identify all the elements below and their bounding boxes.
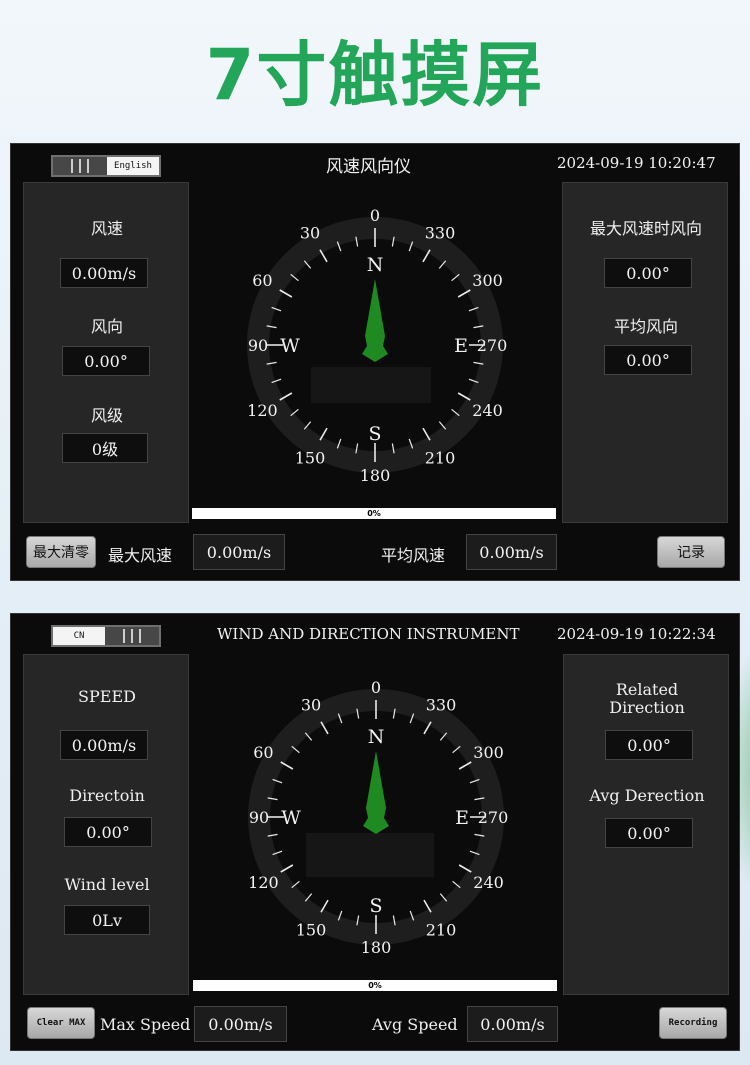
progress-bar: 0% [193,980,557,991]
avg-speed-label: 平均风速 [381,546,446,565]
compass-degree-label: 210 [425,449,456,468]
max-speed-direction-value: 0.00° [604,258,692,288]
compass-degree-label: 300 [472,271,503,290]
page-title: WIND AND DIRECTION INSTRUMENT [217,625,520,643]
compass-degree-label: 90 [248,336,268,355]
speed-value: 0.00m/s [60,730,148,760]
compass-degree-label: 60 [252,271,272,290]
compass-center-display [306,833,434,877]
left-readings-panel: SPEED 0.00m/s Directoin 0.00° Wind level… [23,654,189,995]
cardinal-w: W [281,807,301,829]
max-speed-label: Max Speed [100,1015,191,1034]
wind-compass: 0306090120150180210240270300330 N S E W [248,678,508,957]
related-direction-label-line2: Direction [609,698,685,717]
compass-center-display [311,367,431,403]
compass-degree-label: 90 [249,808,269,827]
compass-degree-label: 180 [360,466,391,485]
headline: 7寸触摸屏 [205,34,545,116]
cardinal-n: N [367,254,384,276]
compass-degree-label: 240 [473,873,504,892]
max-speed-value: 0.00m/s [193,534,285,570]
compass-degree-label: 180 [361,938,392,957]
recording-button[interactable]: Recording [659,1007,727,1039]
cardinal-e: E [454,335,468,357]
avg-direction-value: 0.00° [604,345,692,375]
cardinal-s: S [369,895,382,917]
direction-label: 风向 [90,317,123,336]
compass-degree-label: 330 [426,695,457,714]
compass-degree-label: 210 [426,921,457,940]
level-label: 风级 [90,406,123,425]
max-speed-value: 0.00m/s [194,1006,287,1042]
level-value: 0Lv [64,905,150,935]
speed-label: 风速 [90,219,123,238]
related-direction-value: 0.00° [605,730,693,760]
compass-degree-label: 30 [300,223,320,242]
max-speed-direction-label: 最大风速时风向 [589,219,702,238]
level-value: 0级 [62,433,148,463]
avg-speed-value: 0.00m/s [466,534,557,570]
instrument-screen-en: CN WIND AND DIRECTION INSTRUMENT 2024-09… [10,613,740,1051]
compass-degree-label: 60 [253,743,273,762]
compass-degree-label: 0 [370,206,380,225]
language-toggle-label: English [107,157,159,175]
related-direction-label-line1: Related [615,680,679,699]
max-speed-label: 最大风速 [108,546,173,565]
speed-label: SPEED [78,687,136,706]
progress-label: 0% [368,981,382,990]
datetime-display: 2024-09-19 10:22:34 [557,625,716,643]
cardinal-n: N [368,726,385,748]
compass-degree-label: 300 [473,743,504,762]
compass-needle [363,751,389,834]
avg-direction-label: Avg Derection [589,786,705,805]
toggle-handle-icon [53,157,107,175]
compass-degree-label: 120 [248,873,279,892]
progress-label: 0% [367,509,381,518]
compass-degree-label: 330 [425,223,456,242]
right-readings-panel: 最大风速时风向 0.00° 平均风向 0.00° [562,182,728,523]
left-readings-panel: 风速 0.00m/s 风向 0.00° 风级 0级 [23,182,189,523]
direction-label: Directoin [69,786,145,805]
clear-max-button[interactable]: Clear MAX [27,1007,95,1039]
cardinal-s: S [368,423,381,445]
level-label: Wind level [64,875,150,894]
direction-value: 0.00° [62,346,150,376]
language-toggle[interactable]: English [51,155,161,177]
cardinal-e: E [455,807,469,829]
instrument-screen-cn: English 风速风向仪 2024-09-19 10:20:47 风速 0.0… [10,143,740,581]
page-title: 风速风向仪 [326,157,411,177]
compass-degree-label: 120 [247,401,278,420]
avg-speed-label: Avg Speed [372,1015,458,1034]
cardinal-w: W [280,335,300,357]
record-button[interactable]: 记录 [657,536,725,568]
clear-max-button[interactable]: 最大清零 [26,536,96,568]
language-toggle[interactable]: CN [51,625,161,647]
direction-value: 0.00° [64,817,152,847]
toggle-handle-icon [105,627,159,645]
speed-value: 0.00m/s [60,258,148,288]
compass-degree-label: 0 [371,678,381,697]
wind-compass: 0306090120150180210240270300330 N S E W [247,206,507,485]
compass-degree-label: 150 [295,449,326,468]
compass-needle [362,279,388,362]
compass-degree-label: 30 [301,695,321,714]
avg-direction-label: 平均风向 [613,317,678,336]
avg-speed-value: 0.00m/s [467,1006,558,1042]
avg-direction-value: 0.00° [605,818,693,848]
datetime-display: 2024-09-19 10:20:47 [557,154,716,172]
progress-bar: 0% [192,508,556,519]
compass-degree-label: 150 [296,921,327,940]
language-toggle-label: CN [53,627,105,645]
right-readings-panel: Related Direction 0.00° Avg Derection 0.… [563,654,729,995]
compass-degree-label: 240 [472,401,503,420]
